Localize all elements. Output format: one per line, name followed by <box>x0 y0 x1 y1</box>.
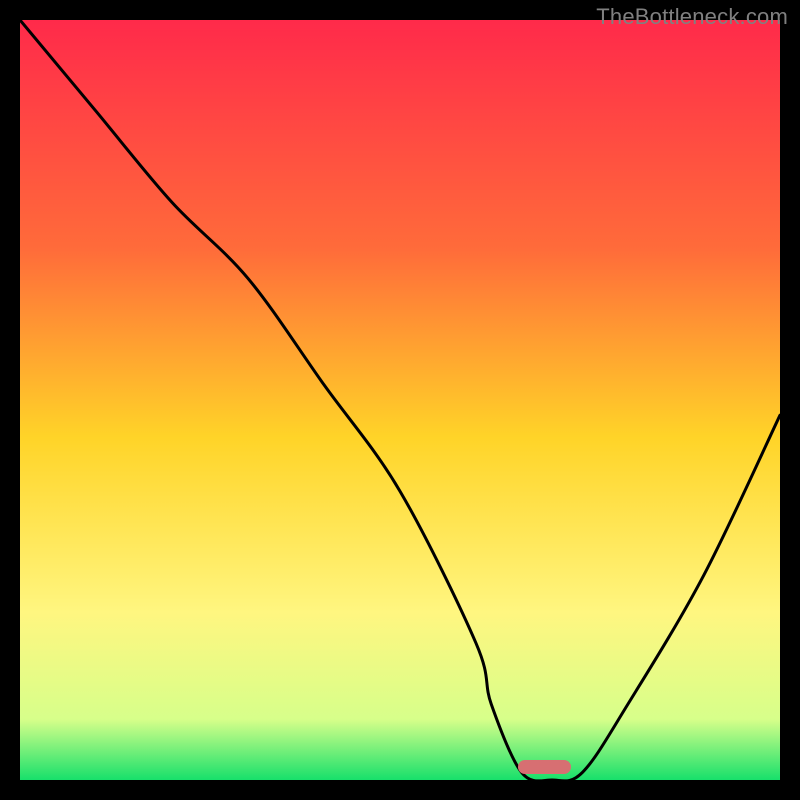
chart-svg <box>20 20 780 780</box>
chart-area <box>20 20 780 780</box>
gradient-bg <box>20 20 780 780</box>
watermark-text: TheBottleneck.com <box>596 4 788 30</box>
optimal-marker <box>518 760 571 774</box>
